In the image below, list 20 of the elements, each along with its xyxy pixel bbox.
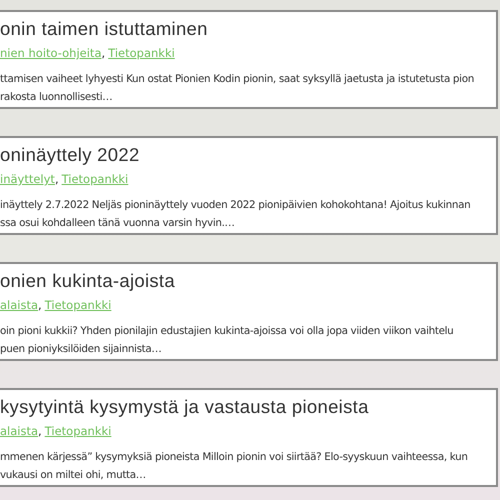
- category-link[interactable]: Tietopankki: [62, 170, 128, 188]
- category-link[interactable]: alaista: [0, 296, 38, 314]
- category-link[interactable]: alaista: [0, 422, 38, 440]
- post-title[interactable]: onien kukinta-ajoista: [0, 268, 496, 294]
- post-excerpt: mmenen kärjessä” kysymyksiä pioneista Milloin pionin voi siirtää? Elo-syyskuun vaihteessa, kun vukausi on miltei ohi, mutta…: [0, 450, 469, 483]
- post-title[interactable]: kysytyintä kysymystä ja vastausta pioneista: [0, 394, 496, 420]
- post-title[interactable]: onin taimen istuttaminen: [0, 16, 496, 42]
- category-link[interactable]: nien hoito-ohjeita: [0, 44, 102, 62]
- post-excerpt: ttamisen vaiheet lyhyesti Kun ostat Pionien Kodin pionin, saat syksyllä jaetusta ja istutetusta pion rakosta luonnollisesti…: [0, 72, 475, 105]
- separator-comma: ,: [38, 297, 42, 314]
- separator-comma: ,: [54, 171, 59, 188]
- post-title[interactable]: oninäyttely 2022: [0, 142, 496, 168]
- separator-comma: ,: [38, 423, 42, 440]
- post-excerpt: oin pioni kukkii? Yhden pionilajin edustajien kukinta-ajoissa voi olla jopa viiden viikon vaihtelu puen pioniyksilöiden sijainnista…: [0, 324, 454, 357]
- category-link[interactable]: Tietopankki: [44, 296, 112, 314]
- post-excerpt: inäyttely 2.7.2022 Neljäs pioninäyttely vuoden 2022 pionipäivien kohokohtana! Ajoitus kukinnan ssa osui kohdalleen tänä vuonna varsin hyvin.…: [0, 198, 472, 231]
- category-link[interactable]: Tietopankki: [44, 422, 112, 440]
- separator-comma: ,: [102, 45, 106, 62]
- category-link[interactable]: inäyttelyt: [0, 170, 55, 188]
- category-link[interactable]: Tietopankki: [108, 44, 175, 62]
